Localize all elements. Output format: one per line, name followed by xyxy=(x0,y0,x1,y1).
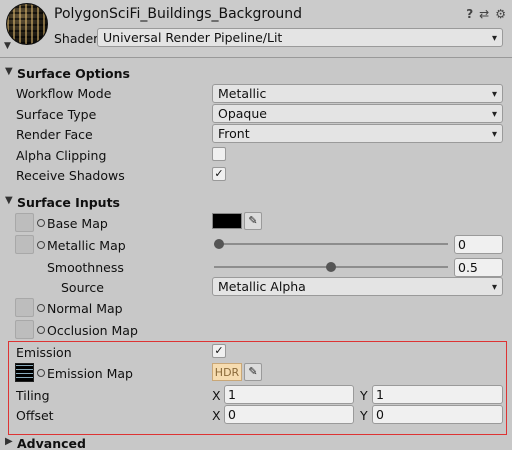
normal-map-texture-slot[interactable] xyxy=(15,298,34,317)
metallic-map-label: Metallic Map xyxy=(47,238,126,253)
tiling-y-field[interactable]: 1 xyxy=(372,385,503,404)
shader-value: Universal Render Pipeline/Lit xyxy=(103,30,283,45)
emission-map-texture-slot[interactable] xyxy=(15,363,34,382)
metallic-slider-handle[interactable] xyxy=(214,239,224,249)
chevron-down-icon: ▾ xyxy=(491,282,497,293)
alpha-clipping-checkbox[interactable] xyxy=(212,147,226,161)
alpha-clipping-label: Alpha Clipping xyxy=(16,148,107,163)
object-picker-icon[interactable] xyxy=(37,304,45,312)
render-face-label: Render Face xyxy=(16,127,93,142)
normal-map-label: Normal Map xyxy=(47,301,123,316)
object-picker-icon[interactable] xyxy=(37,369,45,377)
surface-type-dropdown[interactable]: Opaque ▾ xyxy=(212,104,503,123)
base-map-texture-slot[interactable] xyxy=(15,213,34,232)
tiling-x-label: X xyxy=(212,388,221,403)
tiling-y-label: Y xyxy=(360,388,368,403)
base-map-label: Base Map xyxy=(47,216,108,231)
emission-map-label: Emission Map xyxy=(47,366,133,381)
surface-options-title: Surface Options xyxy=(17,66,130,81)
surface-inputs-title: Surface Inputs xyxy=(17,195,120,210)
offset-y-label: Y xyxy=(360,408,368,423)
emission-label: Emission xyxy=(16,345,72,360)
metallic-value-field[interactable]: 0 xyxy=(454,235,503,254)
chevron-down-icon: ▾ xyxy=(491,33,497,44)
smoothness-slider-handle[interactable] xyxy=(326,262,336,272)
preset-icon[interactable]: ⇄ xyxy=(479,7,489,21)
source-label: Source xyxy=(61,280,104,295)
receive-shadows-label: Receive Shadows xyxy=(16,168,125,183)
smoothness-value-field[interactable]: 0.5 xyxy=(454,258,503,277)
workflow-mode-value: Metallic xyxy=(218,86,267,101)
metallic-map-texture-slot[interactable] xyxy=(15,235,34,254)
shader-dropdown[interactable]: Universal Render Pipeline/Lit ▾ xyxy=(97,28,503,47)
smoothness-label: Smoothness xyxy=(47,260,124,275)
material-name: PolygonSciFi_Buildings_Background xyxy=(54,6,303,22)
eyedropper-icon[interactable]: ✎ xyxy=(244,363,262,381)
surface-inputs-foldout[interactable]: ▼ Surface Inputs xyxy=(0,193,512,213)
advanced-foldout[interactable]: ▶ Advanced xyxy=(0,434,512,450)
header-icons: ? ⇄ ⚙ xyxy=(466,7,506,21)
base-map-color-swatch[interactable] xyxy=(212,213,242,229)
advanced-title: Advanced xyxy=(17,436,86,450)
occlusion-map-texture-slot[interactable] xyxy=(15,320,34,339)
foldout-open-icon: ▼ xyxy=(5,66,13,77)
render-face-dropdown[interactable]: Front ▾ xyxy=(212,124,503,143)
surface-type-label: Surface Type xyxy=(16,107,97,122)
render-face-value: Front xyxy=(218,126,250,141)
emission-checkbox[interactable]: ✓ xyxy=(212,344,226,358)
material-preview-thumbnail[interactable] xyxy=(6,3,48,45)
eyedropper-icon[interactable]: ✎ xyxy=(244,212,262,230)
workflow-mode-label: Workflow Mode xyxy=(16,86,112,101)
object-picker-icon[interactable] xyxy=(37,241,45,249)
surface-type-value: Opaque xyxy=(218,106,267,121)
source-value: Metallic Alpha xyxy=(218,279,306,294)
offset-y-field[interactable]: 0 xyxy=(372,405,503,424)
shader-label: Shader xyxy=(54,31,99,46)
source-dropdown[interactable]: Metallic Alpha ▾ xyxy=(212,277,503,296)
chevron-down-icon: ▾ xyxy=(491,109,497,120)
tiling-x-field[interactable]: 1 xyxy=(224,385,354,404)
offset-label: Offset xyxy=(16,408,54,423)
emission-hdr-color-swatch[interactable]: HDR xyxy=(212,363,242,381)
header-foldout-icon[interactable]: ▼ xyxy=(4,41,11,51)
tiling-label: Tiling xyxy=(16,388,50,403)
foldout-open-icon: ▼ xyxy=(5,195,13,206)
occlusion-map-label: Occlusion Map xyxy=(47,323,138,338)
workflow-mode-dropdown[interactable]: Metallic ▾ xyxy=(212,84,503,103)
offset-x-field[interactable]: 0 xyxy=(224,405,354,424)
object-picker-icon[interactable] xyxy=(37,219,45,227)
foldout-closed-icon: ▶ xyxy=(5,436,13,447)
offset-x-label: X xyxy=(212,408,221,423)
metallic-slider-track[interactable] xyxy=(214,243,448,245)
help-icon[interactable]: ? xyxy=(466,7,473,21)
receive-shadows-checkbox[interactable]: ✓ xyxy=(212,167,226,181)
surface-options-foldout[interactable]: ▼ Surface Options xyxy=(0,64,512,84)
chevron-down-icon: ▾ xyxy=(491,89,497,100)
settings-icon[interactable]: ⚙ xyxy=(495,7,506,21)
object-picker-icon[interactable] xyxy=(37,326,45,334)
chevron-down-icon: ▾ xyxy=(491,129,497,140)
